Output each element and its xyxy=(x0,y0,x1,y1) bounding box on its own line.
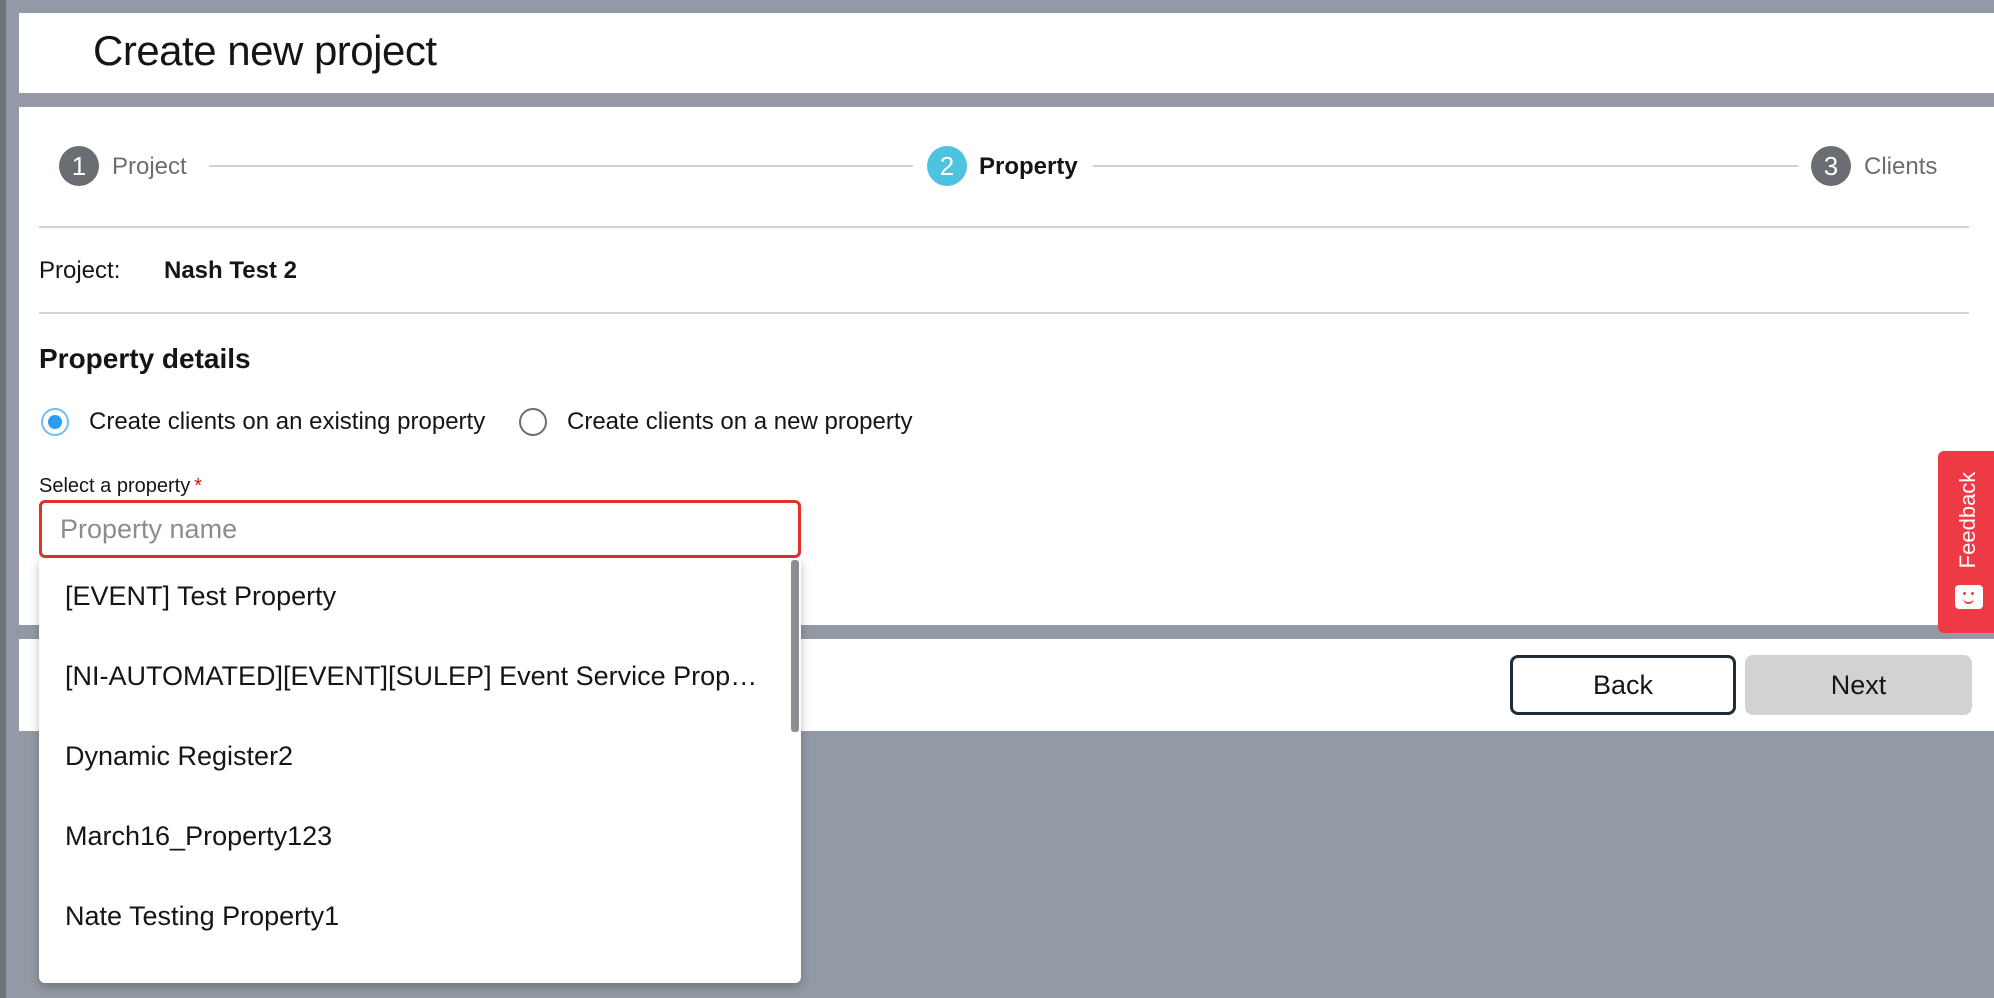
dropdown-option[interactable]: March16_Property123 xyxy=(65,821,765,852)
radio-label: Create clients on an existing property xyxy=(89,408,486,435)
back-button[interactable]: Back xyxy=(1510,655,1736,715)
radio-new-property[interactable]: Create clients on a new property xyxy=(519,406,913,438)
divider xyxy=(39,312,1969,314)
select-property-label-text: Select a property xyxy=(39,475,191,497)
radio-label: Create clients on a new property xyxy=(567,408,913,435)
step-connector xyxy=(209,165,913,167)
left-edge xyxy=(0,0,6,998)
step-2-number: 2 xyxy=(927,146,967,186)
radio-button-checked[interactable] xyxy=(41,408,69,436)
project-label: Project: xyxy=(39,257,121,284)
divider xyxy=(39,226,1969,228)
chat-smile-icon xyxy=(1955,585,1983,609)
radio-button[interactable] xyxy=(519,408,547,436)
required-marker: * xyxy=(194,475,202,497)
step-1-number: 1 xyxy=(59,146,99,186)
step-connector xyxy=(1093,165,1798,167)
step-3-number: 3 xyxy=(1811,146,1851,186)
dropdown-option[interactable]: [EVENT] Test Property xyxy=(65,581,765,612)
radio-existing-property[interactable]: Create clients on an existing property xyxy=(41,406,485,438)
page-title: Create new project xyxy=(93,27,437,74)
select-property-label: Select a property * xyxy=(39,475,202,498)
dropdown-scrollbar[interactable] xyxy=(791,560,799,732)
section-title: Property details xyxy=(39,343,251,374)
project-name: Nash Test 2 xyxy=(164,257,297,284)
dropdown-option[interactable]: Dynamic Register2 xyxy=(65,741,765,772)
property-dropdown: [EVENT] Test Property [NI-AUTOMATED][EVE… xyxy=(39,558,801,983)
next-button[interactable]: Next xyxy=(1745,655,1972,715)
feedback-label: Feedback xyxy=(1955,471,1980,569)
step-2-label: Property xyxy=(979,153,1078,180)
step-3-label: Clients xyxy=(1864,153,1938,180)
property-name-input[interactable] xyxy=(39,500,801,558)
dropdown-option[interactable]: [NI-AUTOMATED][EVENT][SULEP] Event Servi… xyxy=(65,661,765,692)
dropdown-option[interactable]: Nate Testing Property1 xyxy=(65,901,765,932)
step-1-label: Project xyxy=(112,153,187,180)
